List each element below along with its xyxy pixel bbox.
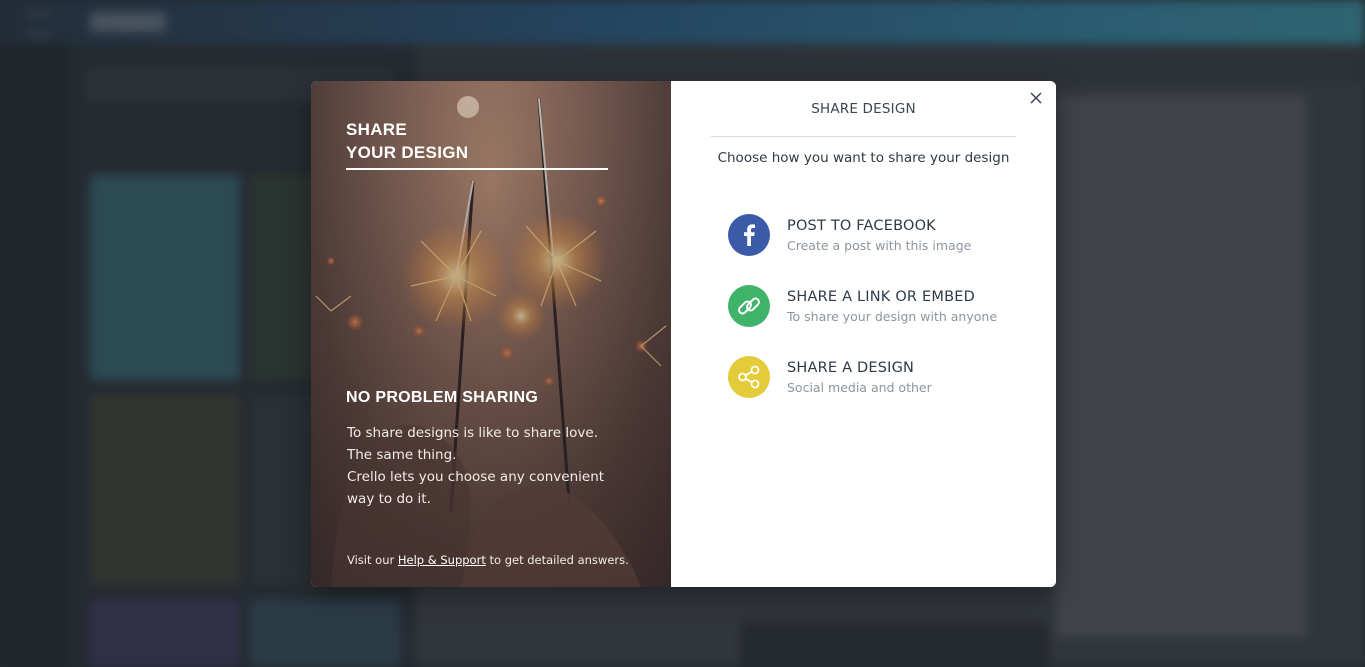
promo-heading: NO PROBLEM SHARING [346, 389, 539, 406]
link-icon [728, 285, 770, 327]
promo-title-line: SHARE [346, 120, 408, 139]
promo-body: To share designs is like to share love. … [347, 422, 637, 510]
post-to-facebook-option[interactable]: POST TO FACEBOOK Create a post with this… [728, 214, 1048, 256]
promo-panel: SHARE YOUR DESIGN NO PROBLEM SHARING To … [311, 81, 671, 587]
promo-body-line: Crello lets you choose any convenient [347, 469, 605, 485]
option-label: POST TO FACEBOOK [787, 217, 936, 234]
promo-title-line: YOUR DESIGN [346, 143, 469, 162]
option-description: To share your design with anyone [787, 308, 998, 324]
option-label: SHARE A LINK OR EMBED [787, 288, 975, 305]
help-support-link[interactable]: Help & Support [398, 553, 486, 567]
footer-prefix: Visit our [347, 553, 395, 567]
close-button[interactable] [1026, 88, 1046, 108]
share-options-panel: SHARE DESIGN Choose how you want to shar… [671, 81, 1056, 587]
option-description: Create a post with this image [787, 237, 972, 253]
promo-body-line: The same thing. [347, 447, 457, 463]
footer-suffix: to get detailed answers. [489, 553, 629, 567]
facebook-icon [728, 214, 770, 256]
option-description: Social media and other [787, 379, 932, 395]
close-icon [1030, 92, 1042, 104]
promo-body-line: To share designs is like to share love. [347, 425, 598, 441]
panel-title: SHARE DESIGN [711, 101, 1016, 137]
promo-title: SHARE YOUR DESIGN [346, 118, 608, 170]
share-design-option[interactable]: SHARE A DESIGN Social media and other [728, 356, 1048, 398]
panel-subtitle: Choose how you want to share your design [717, 150, 1010, 166]
share-options-list: POST TO FACEBOOK Create a post with this… [728, 214, 1048, 427]
share-design-modal: SHARE YOUR DESIGN NO PROBLEM SHARING To … [311, 81, 1056, 587]
share-link-embed-option[interactable]: SHARE A LINK OR EMBED To share your desi… [728, 285, 1048, 327]
promo-footer: Visit our Help & Support to get detailed… [347, 553, 629, 567]
promo-body-line: way to do it. [347, 491, 431, 507]
share-icon [728, 356, 770, 398]
option-label: SHARE A DESIGN [787, 359, 915, 376]
